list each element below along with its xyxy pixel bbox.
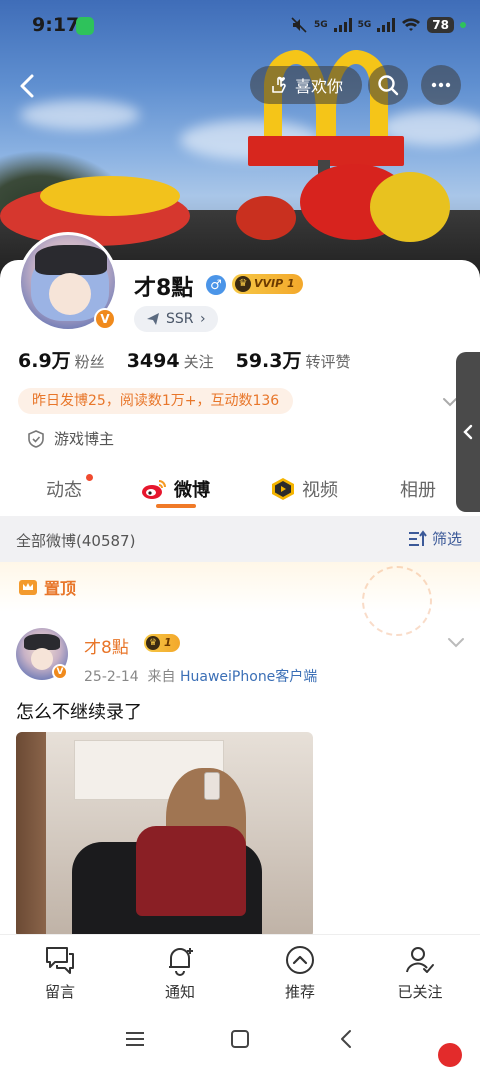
weibo-logo-icon: [142, 480, 166, 499]
network-5g-label: 5G: [313, 20, 328, 30]
message-icon: [46, 947, 74, 974]
ssr-label: SSR: [166, 311, 194, 327]
chevron-right-icon: ›: [199, 311, 206, 327]
post-source[interactable]: HuaweiPhone客户端: [180, 669, 317, 685]
status-bar: 9:17 5G 5G 78: [0, 0, 480, 54]
profile-tabs: 动态 微博 视频 相册: [0, 468, 480, 512]
profile-username: 才8點: [134, 276, 194, 301]
crown-icon: ♛: [235, 276, 251, 292]
vvip-badge[interactable]: ♛ VVIP 1: [232, 274, 303, 294]
tab-label: 动态: [46, 480, 82, 501]
vvip-label: VVIP 1: [254, 277, 295, 290]
filter-label: 筛选: [432, 530, 463, 548]
user-check-icon: [406, 947, 434, 973]
activity-summary[interactable]: 昨日发博25，阅读数1万+，互动数136: [18, 388, 294, 414]
like-you-label: 喜欢你: [294, 77, 343, 96]
bell-plus-icon: [169, 948, 193, 976]
back-button[interactable]: [8, 66, 48, 106]
tab-label: 微博: [174, 480, 210, 501]
stat-value: 3494: [126, 350, 180, 372]
privacy-indicator-dot: [460, 22, 466, 28]
wifi-icon: [402, 18, 421, 31]
recent-apps-icon[interactable]: [120, 1024, 150, 1054]
following-stat[interactable]: 3494 关注: [127, 350, 214, 372]
search-icon: [378, 75, 399, 96]
search-button[interactable]: [368, 65, 408, 105]
festival-decoration: [40, 176, 180, 216]
system-navigation-bar: [0, 1010, 480, 1068]
signal-icon: [377, 18, 396, 32]
notify-button[interactable]: 通知: [120, 935, 240, 1010]
stat-label: 转评赞: [305, 353, 351, 371]
post-vip-badge: ♛ 1: [144, 634, 180, 652]
crown-icon: ♛: [146, 636, 160, 650]
chevron-down-icon[interactable]: [446, 632, 466, 652]
reposts-likes-stat[interactable]: 59.3万 转评赞: [236, 346, 351, 373]
shield-check-icon: [28, 429, 44, 448]
chevron-up-circle-icon: [286, 946, 314, 974]
game-blogger-label: 游戏博主: [54, 430, 115, 448]
post-meta: 25-2-14 来自 HuaweiPhone客户端: [84, 666, 317, 686]
post-photo[interactable]: [16, 732, 313, 938]
filter-button[interactable]: 筛选: [408, 528, 462, 549]
verified-v-badge: V: [52, 664, 68, 680]
paper-plane-icon: [147, 313, 159, 325]
bottom-label: 推荐: [284, 983, 315, 1001]
tab-video[interactable]: 视频: [270, 476, 338, 502]
signal-icon: [333, 18, 352, 32]
back-nav-icon[interactable]: [332, 1024, 362, 1054]
bottom-action-bar: 留言 通知 推荐 已关注: [0, 934, 480, 1010]
stat-label: 关注: [183, 353, 214, 371]
pinned-crown-icon: [19, 580, 37, 595]
video-play-icon: [272, 478, 294, 500]
hand-heart-icon: [272, 76, 286, 93]
like-you-button[interactable]: 喜欢你: [250, 66, 362, 104]
bottom-label: 留言: [44, 983, 75, 1001]
status-time: 9:17: [32, 14, 80, 36]
screen-record-indicator[interactable]: [438, 1043, 462, 1067]
tab-label: 相册: [400, 480, 436, 501]
chevron-left-icon: [20, 74, 34, 98]
all-weibo-count: 全部微博(40587): [16, 532, 136, 550]
more-dots-icon: [431, 82, 451, 88]
post-vip-level: 1: [164, 636, 172, 649]
verified-v-badge: V: [94, 308, 116, 330]
notification-dot: [86, 474, 93, 481]
male-gender-icon: ♂: [206, 275, 226, 295]
post-source-prefix: 来自: [147, 669, 176, 685]
pinned-label: 置顶: [18, 575, 76, 599]
post-text: 怎么不继续录了: [16, 702, 142, 723]
tab-label: 视频: [302, 480, 338, 501]
game-blogger-tag[interactable]: 游戏博主: [26, 428, 114, 449]
post-author-name[interactable]: 才8點: [84, 633, 129, 658]
filter-icon: [409, 529, 427, 546]
tab-weibo[interactable]: 微博: [140, 476, 210, 502]
followed-button[interactable]: 已关注: [360, 935, 480, 1010]
stat-label: 粉丝: [74, 353, 105, 371]
more-button[interactable]: [421, 65, 461, 105]
active-tab-indicator: [156, 504, 196, 508]
festival-decoration: [236, 196, 296, 240]
stat-value: 6.9万: [18, 350, 71, 372]
followers-stat[interactable]: 6.9万 粉丝: [18, 346, 105, 373]
tab-dynamic[interactable]: 动态: [46, 474, 93, 502]
pinned-text: 置顶: [44, 579, 77, 598]
profile-stats: 6.9万 粉丝 3494 关注 59.3万 转评赞: [18, 346, 351, 373]
lion-mane-decoration: [370, 172, 450, 242]
network-5g-label: 5G: [357, 20, 372, 30]
bottom-label: 通知: [164, 983, 195, 1001]
tab-album[interactable]: 相册: [400, 476, 436, 502]
pinned-stamp-decoration: [362, 566, 432, 636]
wechat-notification-icon: [76, 17, 94, 35]
ssr-pill[interactable]: SSR ›: [134, 306, 218, 332]
bottom-label: 已关注: [397, 983, 443, 1001]
home-icon[interactable]: [225, 1024, 255, 1054]
battery-indicator: 78: [427, 17, 454, 33]
stat-value: 59.3万: [235, 350, 302, 372]
mute-icon: [291, 17, 307, 33]
post-date: 25-2-14: [84, 669, 139, 685]
message-button[interactable]: 留言: [0, 935, 120, 1010]
status-icons: 5G 5G 78: [290, 16, 466, 34]
recommend-button[interactable]: 推荐: [240, 935, 360, 1010]
